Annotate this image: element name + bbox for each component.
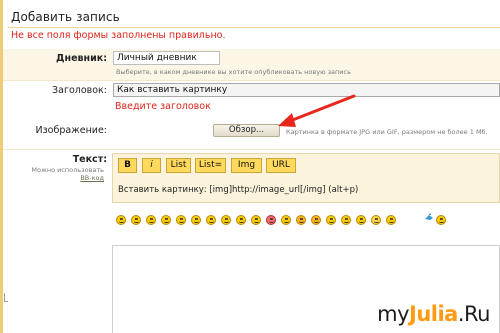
diary-hint: Выберите, в каком дневнике вы хотите опу… — [116, 68, 351, 76]
image-hint: Картинка в формате JPG или GIF, размером… — [286, 128, 488, 136]
bbcode-hint: Можно использовать — [31, 166, 104, 174]
list-button[interactable]: List — [166, 158, 191, 173]
ordered-list-button[interactable]: List= — [195, 158, 226, 173]
kiss-icon[interactable] — [356, 215, 366, 225]
tree-connector — [4, 293, 8, 302]
subject-input[interactable]: Как вставить картинку — [113, 83, 500, 97]
title-divider — [8, 27, 500, 28]
eek-icon[interactable] — [371, 215, 381, 225]
text-label: Текст: — [72, 154, 107, 165]
bold-button[interactable]: B — [118, 158, 137, 173]
image-label: Изображение: — [35, 125, 107, 136]
diary-select[interactable]: Личный дневник — [113, 51, 220, 65]
laugh-icon[interactable] — [221, 215, 231, 225]
red-face-icon[interactable] — [266, 215, 276, 225]
smile-icon[interactable] — [116, 215, 126, 225]
squint-icon[interactable] — [206, 215, 216, 225]
italic-button[interactable]: i — [142, 158, 161, 173]
neutral-icon[interactable] — [161, 215, 171, 225]
subject-error: Введите заголовок — [115, 101, 211, 112]
subject-label: Заголовок: — [52, 85, 107, 96]
img-button[interactable]: Img — [231, 158, 262, 173]
bbcode-link[interactable]: BB-код — [0, 174, 104, 182]
browse-button[interactable]: Обзор... — [213, 124, 280, 137]
devil-icon[interactable] — [311, 215, 321, 225]
bird-icon[interactable] — [423, 212, 435, 224]
blush-icon[interactable] — [251, 215, 261, 225]
angry-icon[interactable] — [296, 215, 306, 225]
tongue-icon[interactable] — [191, 215, 201, 225]
question-icon[interactable] — [386, 215, 396, 225]
surprised-icon[interactable] — [281, 215, 291, 225]
cool-icon[interactable] — [236, 215, 246, 225]
page-title: Добавить запись — [11, 10, 120, 24]
sad-icon[interactable] — [176, 215, 186, 225]
insert-image-hint: Вставить картинку: [img]http://image_url… — [118, 185, 359, 195]
wink-icon[interactable] — [131, 215, 141, 225]
cat-icon[interactable] — [326, 215, 336, 225]
nerd-icon[interactable] — [341, 215, 351, 225]
row-divider — [3, 149, 500, 150]
url-button[interactable]: URL — [266, 158, 296, 173]
grin-icon[interactable] — [146, 215, 156, 225]
site-watermark-logo: myJulia.Ru — [377, 302, 490, 326]
rolleyes-icon[interactable] — [436, 215, 446, 225]
form-error-banner: Не все поля формы заполнены правильно. — [11, 30, 226, 41]
diary-label: Дневник: — [56, 53, 107, 64]
